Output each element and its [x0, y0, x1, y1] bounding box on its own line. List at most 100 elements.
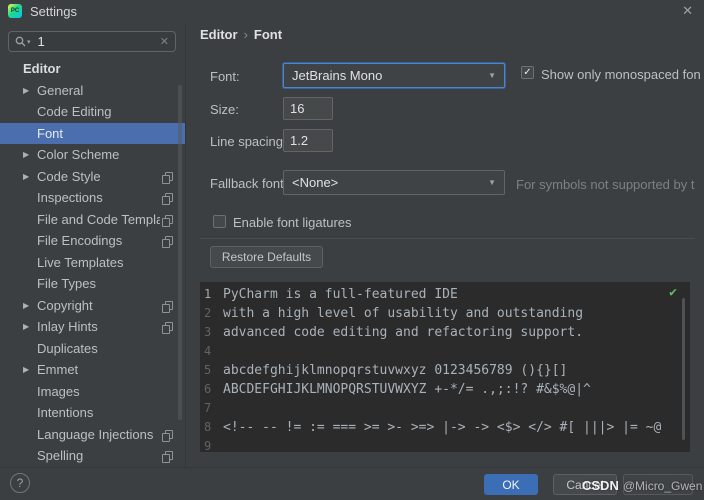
section-divider [200, 238, 695, 239]
chevron-right-icon[interactable]: ▶ [23, 172, 37, 181]
breadcrumb-parent[interactable]: Editor [200, 27, 238, 42]
sidebar-item-inlay-hints[interactable]: ▶Inlay Hints [0, 316, 185, 338]
shared-settings-icon [162, 301, 173, 312]
shared-settings-icon [162, 193, 173, 204]
preview-line: 1PyCharm is a full-featured IDE [200, 285, 690, 304]
font-ligatures-checkbox[interactable] [213, 215, 226, 228]
sidebar-item-general[interactable]: ▶General [0, 80, 185, 102]
font-ligatures-label[interactable]: Enable font ligatures [233, 215, 352, 230]
font-label: Font: [210, 69, 240, 84]
page-title: Font [254, 27, 282, 42]
checkmark-icon: ✓ [523, 68, 531, 78]
preview-line: 9 [200, 437, 690, 452]
sidebar-item-label: Code Style [37, 169, 101, 184]
restore-defaults-button[interactable]: Restore Defaults [210, 246, 323, 268]
close-icon[interactable]: ✕ [682, 4, 693, 17]
sidebar-item-copyright[interactable]: ▶Copyright [0, 295, 185, 317]
sidebar-scrollbar[interactable] [178, 85, 182, 420]
sidebar-item-language-injections[interactable]: Language Injections [0, 424, 185, 446]
search-clear-icon[interactable]: ✕ [160, 35, 169, 48]
chevron-right-icon[interactable]: ▶ [23, 322, 37, 331]
sidebar-item-label: Images [37, 384, 80, 399]
window-title: Settings [30, 4, 77, 19]
font-preview-editor[interactable]: ✔ 1PyCharm is a full-featured IDE2with a… [200, 282, 690, 452]
line-number: 8 [200, 418, 215, 437]
monospaced-only-checkbox[interactable]: ✓ [521, 66, 534, 79]
sidebar-item-label: Color Scheme [37, 147, 119, 162]
sidebar-item-emmet[interactable]: ▶Emmet [0, 359, 185, 381]
title-bar: PC Settings ✕ [0, 0, 704, 22]
shared-settings-icon [162, 172, 173, 183]
help-button[interactable]: ? [10, 473, 30, 493]
sidebar-item-images[interactable]: Images [0, 381, 185, 403]
preview-text: ABCDEFGHIJKLMNOPQRSTUVWXYZ +-*/= .,;:!? … [223, 380, 591, 399]
preview-text: PyCharm is a full-featured IDE [223, 285, 458, 304]
chevron-right-icon[interactable]: ▶ [23, 365, 37, 374]
sidebar-item-label: Intentions [37, 405, 93, 420]
sidebar-item-label: Duplicates [37, 341, 98, 356]
pycharm-logo-icon: PC [8, 4, 22, 18]
shared-settings-icon [162, 236, 173, 247]
ok-button[interactable]: OK [484, 474, 538, 495]
sidebar-item-file-and-code-templates[interactable]: File and Code Templates [0, 209, 185, 231]
search-input[interactable] [36, 33, 160, 50]
sidebar-item-live-templates[interactable]: Live Templates [0, 252, 185, 274]
fallback-font-value: <None> [292, 175, 338, 190]
sidebar-item-label: Code Editing [37, 104, 111, 119]
sidebar-item-label: Spelling [37, 448, 83, 463]
font-family-select[interactable]: JetBrains Mono ▼ [283, 63, 505, 88]
size-label: Size: [210, 102, 239, 117]
sidebar-item-code-editing[interactable]: Code Editing [0, 101, 185, 123]
sidebar-item-editor[interactable]: Editor [0, 58, 185, 80]
shared-settings-icon [162, 451, 173, 462]
sidebar-item-label: File Types [37, 276, 96, 291]
sidebar-item-inspections[interactable]: Inspections [0, 187, 185, 209]
preview-line: 4 [200, 342, 690, 361]
sidebar-item-font[interactable]: Font [0, 123, 185, 145]
line-spacing-field[interactable] [283, 129, 333, 152]
preview-scrollbar[interactable] [682, 298, 685, 440]
line-number: 5 [200, 361, 215, 380]
sidebar-item-label: File Encodings [37, 233, 122, 248]
sidebar-item-code-style[interactable]: ▶Code Style [0, 166, 185, 188]
chevron-right-icon[interactable]: ▶ [23, 150, 37, 159]
shared-settings-icon [162, 215, 173, 226]
sidebar-item-label: Inlay Hints [37, 319, 98, 334]
chevron-right-icon[interactable]: ▶ [23, 86, 37, 95]
sidebar-item-color-scheme[interactable]: ▶Color Scheme [0, 144, 185, 166]
sidebar-divider [185, 23, 186, 467]
sidebar-item-label: Language Injections [37, 427, 153, 442]
preview-text: with a high level of usability and outst… [223, 304, 583, 323]
size-field[interactable] [283, 97, 333, 120]
preview-text: <!-- -- != := === >= >- >=> |-> -> <$> <… [223, 418, 661, 437]
settings-search-box[interactable]: ▾ ✕ [8, 31, 176, 52]
sidebar-item-label: General [37, 83, 83, 98]
apply-button[interactable] [623, 474, 693, 495]
cancel-button[interactable]: Cancel [553, 474, 617, 495]
sidebar-item-intentions[interactable]: Intentions [0, 402, 185, 424]
preview-line: 5abcdefghijklmnopqrstuvwxyz 0123456789 (… [200, 361, 690, 380]
chevron-down-icon: ▼ [488, 71, 496, 80]
monospaced-only-label[interactable]: Show only monospaced fon [541, 67, 701, 82]
line-spacing-label: Line spacing: [210, 134, 287, 149]
chevron-down-icon: ▼ [488, 178, 496, 187]
preview-line: 8 <!-- -- != := === >= >- >=> |-> -> <$> … [200, 418, 690, 437]
preview-text: advanced code editing and refactoring su… [223, 323, 583, 342]
sidebar-item-duplicates[interactable]: Duplicates [0, 338, 185, 360]
sidebar-item-label: Font [37, 126, 63, 141]
sidebar-item-label: File and Code Templates [37, 212, 160, 227]
sidebar-item-file-encodings[interactable]: File Encodings [0, 230, 185, 252]
sidebar-item-spelling[interactable]: Spelling [0, 445, 185, 467]
sidebar-item-label: Copyright [37, 298, 93, 313]
chevron-right-icon[interactable]: ▶ [23, 301, 37, 310]
sidebar-item-label: Inspections [37, 190, 103, 205]
sidebar-item-file-types[interactable]: File Types [0, 273, 185, 295]
fallback-font-select[interactable]: <None> ▼ [283, 170, 505, 195]
line-number: 3 [200, 323, 215, 342]
search-history-arrow-icon[interactable]: ▾ [27, 38, 31, 46]
fallback-font-label: Fallback font: [210, 176, 287, 191]
line-number: 9 [200, 437, 215, 452]
shared-settings-icon [162, 322, 173, 333]
sidebar-item-label: Emmet [37, 362, 78, 377]
sidebar-tree: Editor▶GeneralCode EditingFont▶Color Sch… [0, 58, 185, 468]
